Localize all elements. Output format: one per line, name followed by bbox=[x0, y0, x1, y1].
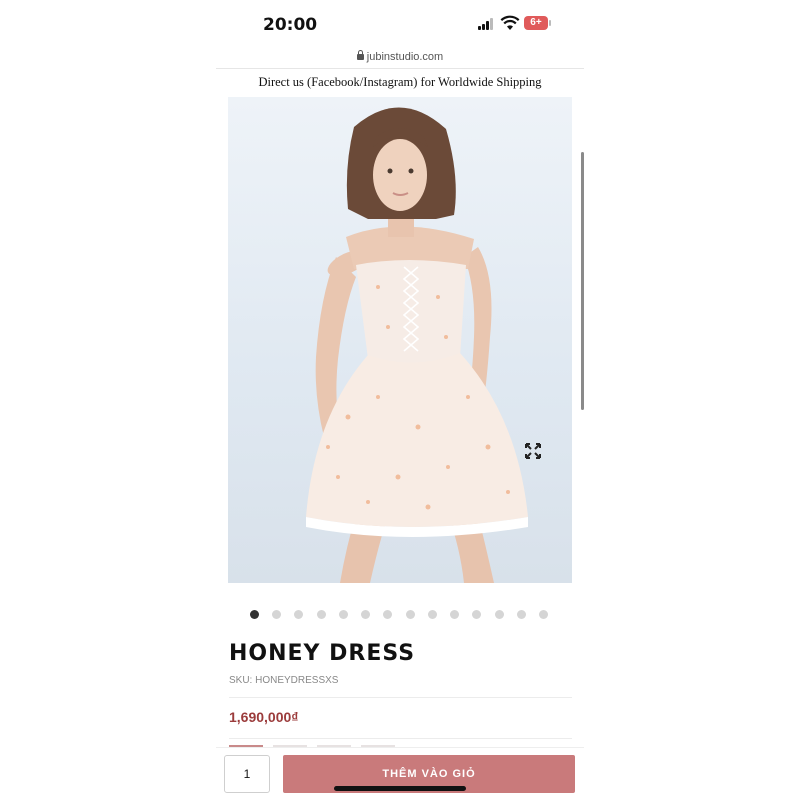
lock-icon bbox=[356, 50, 364, 60]
gallery-dot[interactable] bbox=[361, 610, 370, 619]
gallery-dot[interactable] bbox=[495, 610, 504, 619]
divider bbox=[229, 738, 572, 739]
gallery-dot[interactable] bbox=[339, 610, 348, 619]
gallery-dot[interactable] bbox=[272, 610, 281, 619]
scrollbar[interactable] bbox=[581, 152, 584, 410]
gallery-dot[interactable] bbox=[406, 610, 415, 619]
gallery-dot[interactable] bbox=[450, 610, 459, 619]
home-indicator[interactable] bbox=[334, 786, 466, 791]
signal-icon bbox=[478, 18, 496, 30]
product-price: 1,690,000₫ bbox=[229, 709, 299, 725]
mobile-browser: 20:00 6+ jubinstudio.com Direct us (Face… bbox=[216, 0, 584, 800]
divider bbox=[216, 68, 584, 69]
dress-photo-icon bbox=[306, 107, 528, 583]
quantity-input[interactable]: 1 bbox=[224, 755, 270, 793]
status-bar: 20:00 6+ bbox=[216, 0, 584, 50]
gallery-dot[interactable] bbox=[383, 610, 392, 619]
address-bar[interactable]: jubinstudio.com bbox=[216, 50, 584, 63]
gallery-dot[interactable] bbox=[472, 610, 481, 619]
battery-icon: 6+ bbox=[524, 16, 548, 30]
wifi-icon bbox=[500, 15, 520, 30]
product-image[interactable] bbox=[228, 97, 572, 583]
product-sku: SKU: HONEYDRESSXS bbox=[229, 675, 339, 686]
expand-icon[interactable] bbox=[524, 442, 542, 460]
url-text: jubinstudio.com bbox=[366, 51, 444, 63]
sticky-cart-bar: 1 THÊM VÀO GIỎ bbox=[216, 747, 584, 800]
shipping-banner: Direct us (Facebook/Instagram) for World… bbox=[258, 75, 542, 89]
gallery-dot[interactable] bbox=[539, 610, 548, 619]
gallery-dot[interactable] bbox=[428, 610, 437, 619]
battery-nub bbox=[549, 20, 551, 26]
gallery-dot[interactable] bbox=[250, 610, 259, 619]
gallery-dot[interactable] bbox=[517, 610, 526, 619]
gallery-dot[interactable] bbox=[317, 610, 326, 619]
gallery-dot[interactable] bbox=[294, 610, 303, 619]
status-time: 20:00 bbox=[263, 15, 318, 35]
divider bbox=[229, 697, 572, 698]
product-title: HONEY DRESS bbox=[229, 641, 416, 666]
